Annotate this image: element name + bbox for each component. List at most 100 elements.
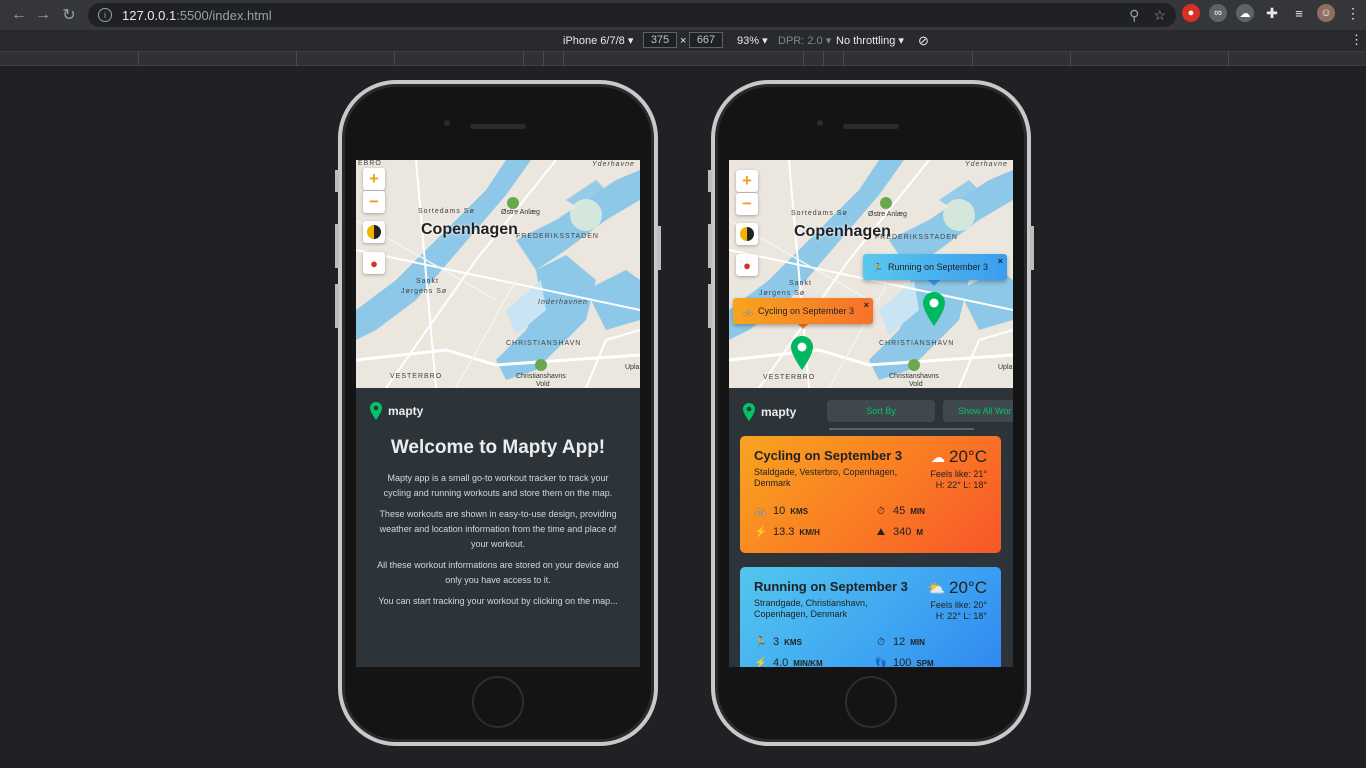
front-camera [444, 120, 450, 126]
intro-paragraph-2: These workouts are shown in easy-to-use … [379, 509, 617, 549]
app-logo: mapty [743, 403, 796, 421]
back-arrow-icon[interactable]: ← [8, 4, 30, 26]
map-label-vesterbro: VESTERBRO [763, 374, 816, 381]
theme-toggle-button[interactable] [736, 223, 758, 245]
stat-value: 4.0 [773, 657, 789, 667]
logo-text: mapty [388, 404, 424, 418]
running-popup[interactable]: 🏃 Running on September 3 × [863, 254, 1007, 280]
stat-value: 340 [893, 526, 912, 538]
bicycle-icon: 🚲 [743, 306, 753, 316]
zoom-select[interactable]: 93% ▾ [737, 34, 768, 47]
phone-screen: Sortedams Sø Østre Anlæg Copenhagen FRED… [729, 160, 1013, 667]
intro-paragraph-4: You can start tracking your workout by c… [378, 596, 618, 606]
running-marker-icon[interactable] [923, 292, 945, 326]
reload-icon[interactable]: ↻ [58, 4, 80, 26]
map-label-vold: Vold [536, 381, 550, 388]
stat-unit: KMS [790, 506, 809, 516]
map-label-frederiksstaden: FREDERIKSSTADEN [516, 233, 599, 240]
zoom-out-button[interactable]: − [363, 191, 385, 213]
stat-elevation: ⛰ 340 M [874, 526, 923, 538]
extension-off-icon[interactable]: ☁ [1236, 4, 1254, 22]
stat-distance: 🚲 10 KMS [754, 505, 808, 517]
extension-glasses-icon[interactable]: ∞ [1209, 4, 1227, 22]
runner-icon: 🏃 [754, 636, 768, 648]
locate-button[interactable]: ● [363, 252, 385, 274]
throttling-select[interactable]: No throttling ▾ [836, 34, 904, 47]
bicycle-icon: 🚲 [754, 505, 768, 517]
extension-shield-icon[interactable]: ● [1182, 4, 1200, 22]
height-input[interactable]: 667 [689, 32, 723, 48]
stat-unit: MIN/KM [793, 658, 823, 668]
logo-text: mapty [761, 405, 797, 419]
address-bar[interactable]: i 127.0.0.1:5500/index.html ⚲ ☆ [88, 3, 1176, 27]
app-logo: mapty [370, 402, 423, 420]
cycling-popup[interactable]: 🚲 Cycling on September 3 × [733, 298, 873, 324]
workout-card-running[interactable]: Running on September 3 Strandgade, Chris… [740, 567, 1001, 667]
site-info-icon[interactable]: i [98, 8, 112, 22]
devtools-more-icon[interactable]: ⋮ [1350, 32, 1363, 48]
show-all-workouts-button[interactable]: Show All Wor [943, 400, 1013, 422]
location-icon[interactable]: ⚲ [1129, 7, 1139, 24]
stat-value: 10 [773, 505, 786, 517]
stat-pace: ⚡ 4.0 MIN/KM [754, 657, 823, 667]
weather-temp: ☁ 20°C [931, 447, 987, 467]
workout-title: Cycling on September 3 [754, 448, 903, 463]
zoom-out-button[interactable]: − [736, 193, 758, 215]
extensions-puzzle-icon[interactable]: ✚ [1263, 4, 1281, 22]
map[interactable]: Sortedams Sø Østre Anlæg Copenhagen FRED… [356, 160, 640, 388]
zoom-in-button[interactable]: + [363, 168, 385, 190]
map-label-sortedams: Sortedams Sø [418, 208, 475, 215]
sun-cloud-icon: ⛅ [927, 579, 946, 596]
map[interactable]: Sortedams Sø Østre Anlæg Copenhagen FRED… [729, 160, 1013, 388]
theme-toggle-button[interactable] [363, 221, 385, 243]
map-label-vesterbro: VESTERBRO [390, 373, 443, 380]
feels-like: Feels like: 21° [930, 469, 987, 479]
workout-address: Strandgade, Christianshavn, Copenhagen, … [754, 598, 868, 619]
bookmark-star-icon[interactable]: ☆ [1153, 7, 1166, 24]
stat-value: 12 [893, 636, 906, 648]
sidebar: mapty Sort By Show All Wor Cycling on Se… [729, 388, 1013, 667]
locate-button[interactable]: ● [736, 254, 758, 276]
close-icon[interactable]: × [864, 300, 869, 310]
stat-unit: KM/H [799, 527, 820, 537]
device-name: iPhone 6/7/8 [563, 35, 625, 47]
map-label-vold: Vold [909, 381, 923, 388]
phone-frame-right: Sortedams Sø Østre Anlæg Copenhagen FRED… [708, 80, 1034, 746]
home-button[interactable] [472, 676, 524, 728]
sort-by-button[interactable]: Sort By [827, 400, 935, 422]
menu-kebab-icon[interactable]: ⋮ [1344, 4, 1362, 22]
width-input[interactable]: 375 [643, 32, 677, 48]
map-label-yderhavne: Yderhavne [592, 161, 635, 168]
phone-screen: Sortedams Sø Østre Anlæg Copenhagen FRED… [356, 160, 640, 667]
device-select[interactable]: iPhone 6/7/8 ▾ [563, 34, 633, 47]
media-query-ruler [0, 52, 1366, 66]
media-control-icon[interactable]: ≡ [1290, 4, 1308, 22]
throttling-value: No throttling [836, 35, 896, 47]
map-label-christianshavn: CHRISTIANSHAVN [879, 340, 955, 347]
url-text[interactable]: 127.0.0.1:5500/index.html [122, 8, 272, 23]
cycling-popup-label: Cycling on September 3 [757, 306, 855, 316]
profile-avatar[interactable]: ☺ [1317, 4, 1335, 22]
weather-details: Feels like: 20° H: 22° L: 18° [930, 600, 987, 622]
forward-arrow-icon[interactable]: → [32, 4, 54, 26]
speaker-grille [470, 124, 526, 129]
map-city-label: Copenhagen [421, 221, 518, 238]
rotate-icon[interactable]: ⊘ [918, 33, 929, 49]
stat-speed: ⚡ 13.3 KM/H [754, 526, 820, 538]
zoom-in-button[interactable]: + [736, 170, 758, 192]
half-moon-icon [367, 225, 381, 239]
stat-unit: MIN [910, 637, 925, 647]
stat-duration: ⏱ 45 MIN [874, 505, 925, 517]
dpr-select[interactable]: DPR: 2.0 ▾ [778, 34, 831, 47]
map-label-christianshavns: Christianshavns [516, 373, 566, 380]
map-label-christianshavns: Christianshavns [889, 373, 939, 380]
lightning-icon: ⚡ [754, 657, 768, 668]
feels-like: Feels like: 20° [930, 600, 987, 610]
sidebar: mapty Welcome to Mapty App! Mapty app is… [356, 388, 640, 667]
close-icon[interactable]: × [998, 256, 1003, 266]
cycling-marker-icon[interactable] [791, 336, 813, 370]
weather-temp: ⛅ 20°C [928, 578, 987, 598]
home-button[interactable] [845, 676, 897, 728]
map-pin-icon: ● [370, 255, 378, 271]
workout-card-cycling[interactable]: Cycling on September 3 Staldgade, Vester… [740, 436, 1001, 553]
